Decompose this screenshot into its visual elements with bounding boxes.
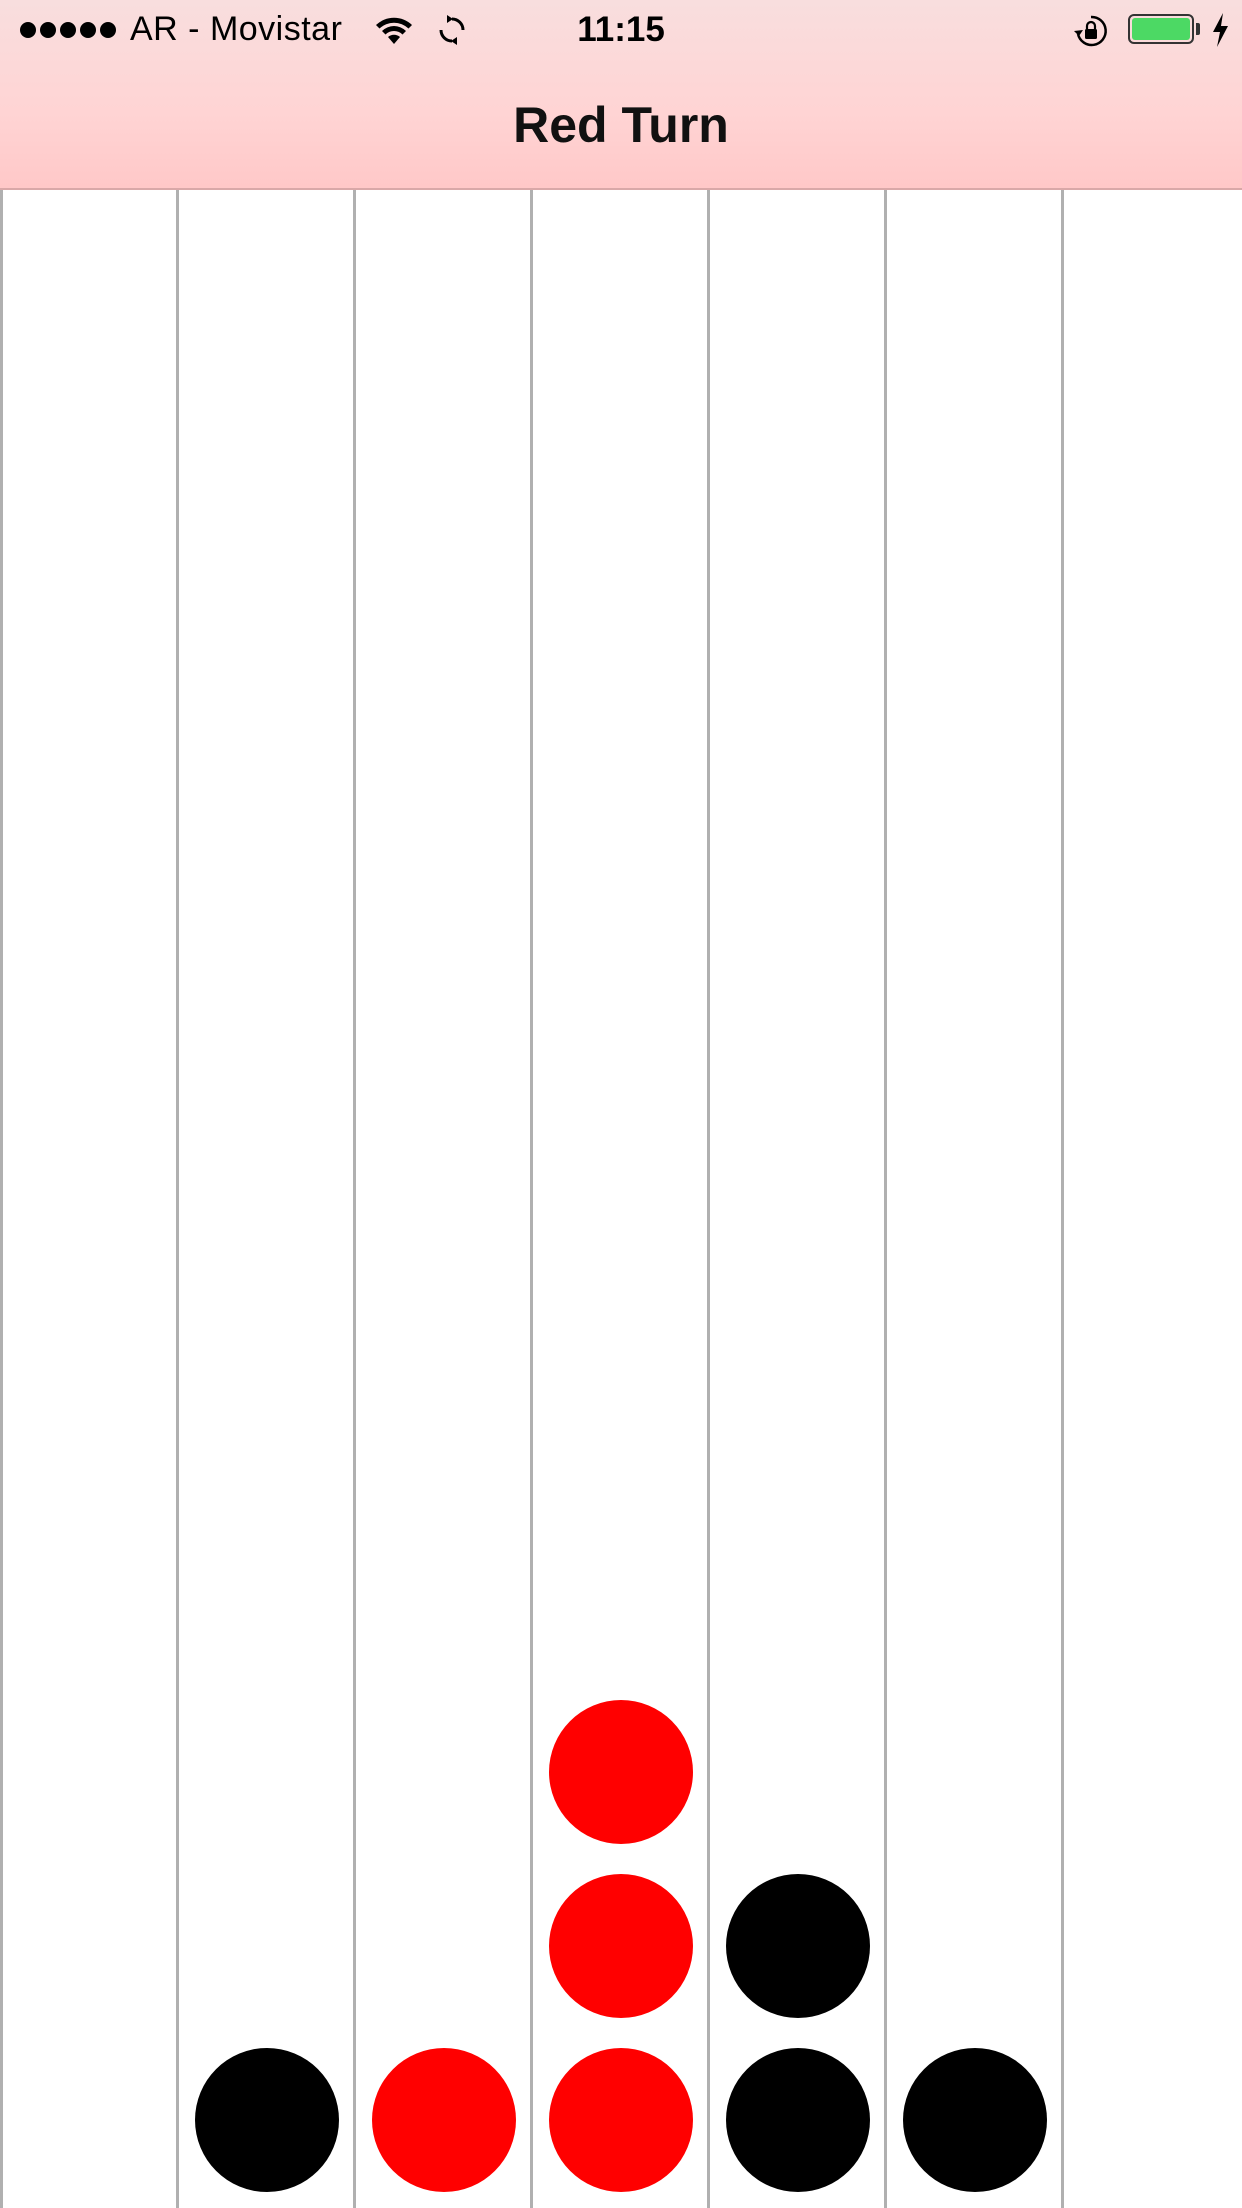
red-disc	[371, 2048, 516, 2192]
status-bar: AR - Movistar 11:15	[0, 0, 1242, 60]
column-divider	[530, 190, 533, 2208]
black-disc	[902, 2048, 1047, 2192]
board-column-2[interactable]	[177, 190, 354, 2208]
battery-tip	[1196, 23, 1200, 35]
battery-icon	[1128, 14, 1194, 44]
column-divider	[884, 190, 887, 2208]
game-board	[0, 190, 1242, 2208]
board-column-7[interactable]	[1062, 190, 1239, 2208]
board-column-6[interactable]	[885, 190, 1062, 2208]
charging-icon	[1213, 13, 1228, 47]
column-divider	[1061, 190, 1064, 2208]
black-disc	[725, 1874, 870, 2018]
black-disc	[194, 2048, 339, 2192]
rotation-lock-icon	[1074, 15, 1107, 47]
page-title: Red Turn	[513, 97, 729, 153]
red-disc	[548, 1874, 693, 2018]
column-divider	[353, 190, 356, 2208]
red-disc	[548, 1700, 693, 1844]
column-divider	[176, 190, 179, 2208]
board-column-3[interactable]	[354, 190, 531, 2208]
navigation-bar: AR - Movistar 11:15 Red Turn	[0, 0, 1242, 190]
status-time: 11:15	[577, 10, 665, 49]
board-column-1[interactable]	[0, 190, 177, 2208]
red-disc	[548, 2048, 693, 2192]
battery-level	[1132, 18, 1190, 40]
column-divider	[707, 190, 710, 2208]
game-screen: AR - Movistar 11:15 Red Turn	[0, 0, 1242, 2208]
black-disc	[725, 2048, 870, 2192]
column-divider	[0, 190, 3, 2208]
